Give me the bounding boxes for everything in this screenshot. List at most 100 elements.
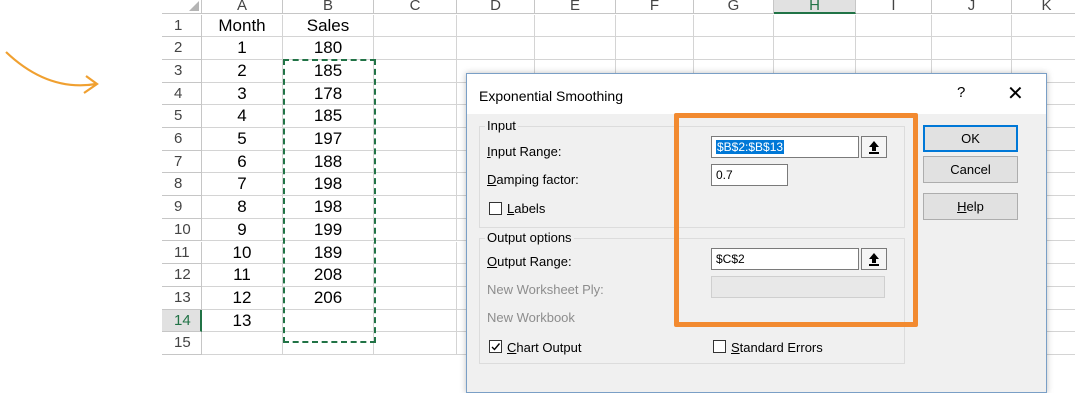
cell-a12[interactable]: 11 bbox=[202, 264, 283, 287]
row-header-9[interactable]: 9 bbox=[162, 196, 202, 219]
cell-a7[interactable]: 6 bbox=[202, 150, 283, 174]
cell-e1[interactable] bbox=[535, 14, 616, 38]
cell-b1[interactable]: Sales bbox=[283, 14, 374, 38]
cell-h1[interactable] bbox=[774, 14, 856, 38]
column-header-k[interactable]: K bbox=[1012, 0, 1075, 14]
cell-b15[interactable] bbox=[283, 332, 374, 355]
cell-c10[interactable] bbox=[374, 218, 457, 242]
column-header-a[interactable]: A bbox=[202, 0, 283, 14]
cell-b3[interactable]: 185 bbox=[283, 59, 374, 83]
cell-c3[interactable] bbox=[374, 59, 457, 83]
row-header-12[interactable]: 12 bbox=[162, 264, 202, 287]
cell-a8[interactable]: 7 bbox=[202, 173, 283, 197]
cell-b10[interactable]: 199 bbox=[283, 218, 374, 242]
cell-b8[interactable]: 198 bbox=[283, 173, 374, 197]
cell-j2[interactable] bbox=[932, 37, 1012, 60]
help-icon[interactable]: ? bbox=[957, 84, 965, 101]
cell-f2[interactable] bbox=[616, 37, 694, 60]
cell-c13[interactable] bbox=[374, 286, 457, 310]
row-header-8[interactable]: 8 bbox=[162, 173, 202, 197]
cell-e2[interactable] bbox=[535, 37, 616, 60]
labels-checkbox[interactable] bbox=[489, 202, 502, 215]
cell-b9[interactable]: 198 bbox=[283, 196, 374, 219]
cell-h2[interactable] bbox=[774, 37, 856, 60]
row-header-3[interactable]: 3 bbox=[162, 59, 202, 83]
cell-a3[interactable]: 2 bbox=[202, 59, 283, 83]
cell-f1[interactable] bbox=[616, 14, 694, 38]
cell-k2[interactable] bbox=[1012, 37, 1075, 60]
cell-b12[interactable]: 208 bbox=[283, 264, 374, 287]
ok-button[interactable]: OK bbox=[923, 125, 1018, 152]
cell-c12[interactable] bbox=[374, 264, 457, 287]
cell-k1[interactable] bbox=[1012, 15, 1075, 38]
cell-c4[interactable] bbox=[374, 82, 457, 106]
row-header-15[interactable]: 15 bbox=[162, 332, 202, 355]
standard-errors-checkbox[interactable] bbox=[713, 340, 726, 353]
cell-b13[interactable]: 206 bbox=[283, 286, 374, 310]
column-header-d[interactable]: D bbox=[457, 0, 535, 14]
cell-c9[interactable] bbox=[374, 196, 457, 219]
input-range-field[interactable]: $B$2:$B$13 bbox=[711, 136, 859, 158]
cell-b14[interactable] bbox=[283, 309, 374, 333]
row-header-11[interactable]: 11 bbox=[162, 241, 202, 265]
cell-a15[interactable] bbox=[202, 332, 283, 355]
row-header-1[interactable]: 1 bbox=[162, 14, 202, 38]
cell-b2[interactable]: 180 bbox=[283, 37, 374, 60]
cell-g1[interactable] bbox=[694, 14, 774, 38]
output-range-field[interactable]: $C$2 bbox=[711, 248, 859, 270]
cell-i1[interactable] bbox=[856, 14, 932, 38]
cell-a5[interactable]: 4 bbox=[202, 105, 283, 128]
cell-c7[interactable] bbox=[374, 150, 457, 174]
cell-c11[interactable] bbox=[374, 241, 457, 265]
cell-c14[interactable] bbox=[374, 309, 457, 333]
cell-c1[interactable] bbox=[374, 14, 457, 38]
cell-c6[interactable] bbox=[374, 128, 457, 151]
cell-a9[interactable]: 8 bbox=[202, 196, 283, 219]
cell-b6[interactable]: 197 bbox=[283, 128, 374, 151]
cell-d2[interactable] bbox=[457, 37, 535, 60]
input-range-collapse-button[interactable] bbox=[861, 136, 887, 158]
cell-a4[interactable]: 3 bbox=[202, 82, 283, 106]
row-header-14[interactable]: 14 bbox=[162, 309, 202, 333]
help-button[interactable]: Help bbox=[923, 193, 1018, 220]
cell-a10[interactable]: 9 bbox=[202, 218, 283, 242]
cell-a14[interactable]: 13 bbox=[202, 309, 283, 333]
cell-a2[interactable]: 1 bbox=[202, 37, 283, 60]
row-header-5[interactable]: 5 bbox=[162, 105, 202, 128]
row-header-4[interactable]: 4 bbox=[162, 82, 202, 106]
cell-a11[interactable]: 10 bbox=[202, 241, 283, 265]
column-header-g[interactable]: G bbox=[694, 0, 774, 14]
cell-c2[interactable] bbox=[374, 37, 457, 60]
row-header-6[interactable]: 6 bbox=[162, 128, 202, 151]
damping-factor-field[interactable]: 0.7 bbox=[711, 164, 788, 186]
cell-c8[interactable] bbox=[374, 173, 457, 197]
cell-a1[interactable]: Month bbox=[202, 14, 283, 38]
row-header-13[interactable]: 13 bbox=[162, 286, 202, 310]
cell-b7[interactable]: 188 bbox=[283, 150, 374, 174]
cancel-button[interactable]: Cancel bbox=[923, 156, 1018, 183]
row-header-2[interactable]: 2 bbox=[162, 37, 202, 60]
cell-b11[interactable]: 189 bbox=[283, 241, 374, 265]
column-header-c[interactable]: C bbox=[374, 0, 457, 14]
cell-d1[interactable] bbox=[457, 14, 535, 38]
select-all-corner[interactable] bbox=[162, 0, 202, 14]
output-range-collapse-button[interactable] bbox=[861, 248, 887, 270]
row-header-10[interactable]: 10 bbox=[162, 218, 202, 242]
column-header-e[interactable]: E bbox=[535, 0, 616, 14]
cell-b4[interactable]: 178 bbox=[283, 82, 374, 106]
column-header-i[interactable]: I bbox=[856, 0, 932, 14]
cell-j1[interactable] bbox=[932, 14, 1012, 38]
close-icon[interactable]: ✕ bbox=[1007, 81, 1024, 106]
cell-i2[interactable] bbox=[856, 37, 932, 60]
column-header-h[interactable]: H bbox=[774, 0, 856, 14]
cell-a13[interactable]: 12 bbox=[202, 286, 283, 310]
cell-c15[interactable] bbox=[374, 332, 457, 355]
cell-c5[interactable] bbox=[374, 105, 457, 128]
cell-a6[interactable]: 5 bbox=[202, 128, 283, 151]
column-header-b[interactable]: B bbox=[283, 0, 374, 14]
column-header-j[interactable]: J bbox=[932, 0, 1012, 14]
cell-b5[interactable]: 185 bbox=[283, 105, 374, 128]
row-header-7[interactable]: 7 bbox=[162, 150, 202, 174]
column-header-f[interactable]: F bbox=[616, 0, 694, 14]
cell-g2[interactable] bbox=[694, 37, 774, 60]
